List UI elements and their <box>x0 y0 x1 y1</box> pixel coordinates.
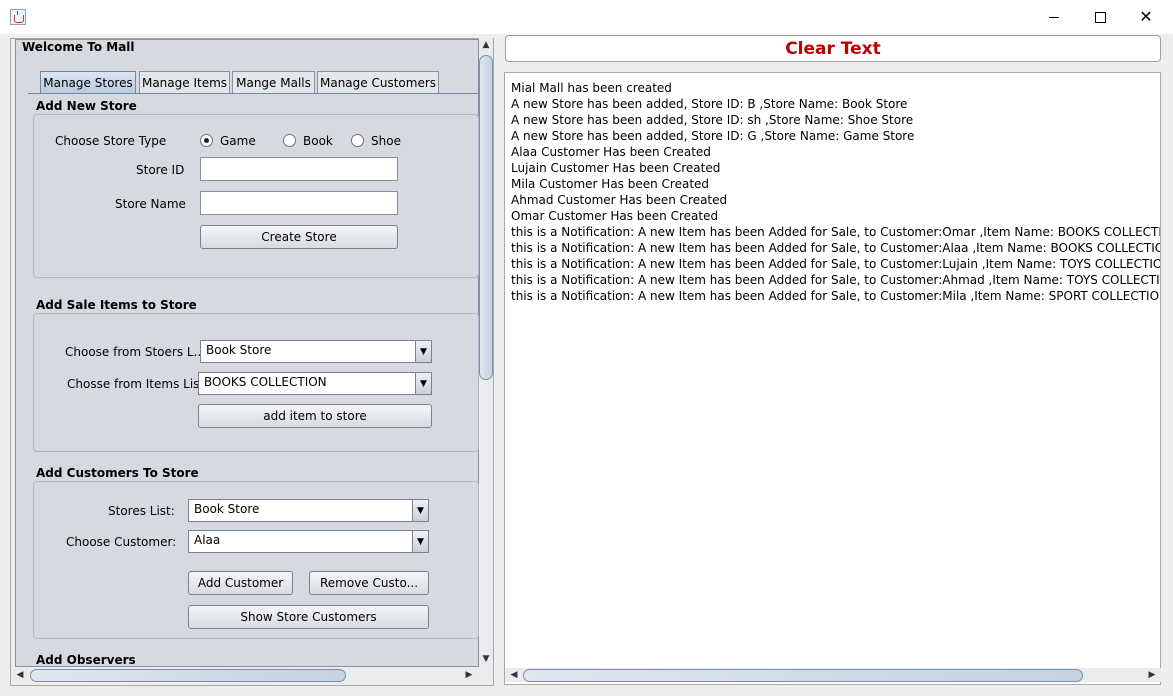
stores-list-combo[interactable]: Book Store ▼ <box>200 340 432 363</box>
store-id-label: Store ID <box>136 163 185 177</box>
add-observers-title: Add Observers <box>36 653 136 667</box>
scroll-up-icon[interactable]: ▲ <box>479 38 493 52</box>
scroll-thumb[interactable] <box>30 669 346 682</box>
add-customers-title: Add Customers To Store <box>36 466 199 480</box>
chevron-down-icon[interactable]: ▼ <box>415 373 431 394</box>
radio-shoe-label[interactable]: Shoe <box>371 134 401 148</box>
store-name-field[interactable] <box>200 191 398 215</box>
scroll-thumb[interactable] <box>523 669 1083 682</box>
stores-list-value: Book Store <box>206 343 272 357</box>
maximize-button[interactable] <box>1077 0 1123 34</box>
stores-label: Stores List: <box>108 504 175 518</box>
java-cup-icon <box>10 9 26 25</box>
customer-value: Alaa <box>194 533 221 547</box>
clear-text-button[interactable]: Clear Text <box>505 35 1161 62</box>
chevron-down-icon[interactable]: ▼ <box>415 341 431 362</box>
log-line: this is a Notification: A new Item has b… <box>511 273 1161 287</box>
items-list-label: Chosse from Items List <box>67 377 205 391</box>
minimize-icon <box>1049 16 1059 18</box>
radio-book[interactable] <box>283 134 296 147</box>
radio-book-label[interactable]: Book <box>303 134 333 148</box>
log-line: A new Store has been added, Store ID: G … <box>511 129 915 143</box>
log-line: A new Store has been added, Store ID: sh… <box>511 113 914 127</box>
create-store-button[interactable]: Create Store <box>200 225 398 249</box>
welcome-title: Welcome To Mall <box>22 40 135 54</box>
store-name-label: Store Name <box>115 197 186 211</box>
customer-stores-combo[interactable]: Book Store ▼ <box>188 499 429 522</box>
scroll-thumb[interactable] <box>479 55 493 380</box>
tab-manage-stores[interactable]: Manage Stores <box>40 71 136 93</box>
tab-manage-malls[interactable]: Mange Malls <box>232 71 315 93</box>
store-id-field[interactable] <box>200 157 398 181</box>
customer-stores-value: Book Store <box>194 502 260 516</box>
radio-shoe[interactable] <box>351 134 364 147</box>
radio-game[interactable] <box>200 134 213 147</box>
log-line: Mial Mall has been created <box>511 81 672 95</box>
log-line: Ahmad Customer Has been Created <box>511 193 728 207</box>
items-list-combo[interactable]: BOOKS COLLECTION ▼ <box>198 372 432 395</box>
chevron-down-icon[interactable]: ▼ <box>412 500 428 521</box>
scroll-left-icon[interactable]: ◀ <box>507 668 521 682</box>
remove-customer-button[interactable]: Remove Custo... <box>309 571 429 595</box>
log-line: this is a Notification: A new Item has b… <box>511 289 1161 303</box>
tab-divider <box>28 93 479 95</box>
tab-manage-customers[interactable]: Manage Customers <box>317 71 439 93</box>
add-customer-button[interactable]: Add Customer <box>188 571 293 595</box>
log-line: this is a Notification: A new Item has b… <box>511 257 1161 271</box>
show-store-customers-button[interactable]: Show Store Customers <box>188 605 429 629</box>
scroll-right-icon[interactable]: ▶ <box>462 668 476 682</box>
scroll-down-icon[interactable]: ▼ <box>479 652 493 666</box>
close-button[interactable]: ✕ <box>1123 0 1169 34</box>
chevron-down-icon[interactable]: ▼ <box>412 531 428 552</box>
log-line: this is a Notification: A new Item has b… <box>511 241 1161 255</box>
log-line: A new Store has been added, Store ID: B … <box>511 97 908 111</box>
close-icon: ✕ <box>1139 7 1153 26</box>
minimize-button[interactable] <box>1031 0 1077 34</box>
log-line: Lujain Customer Has been Created <box>511 161 721 175</box>
add-new-store-title: Add New Store <box>36 99 137 113</box>
add-sale-items-title: Add Sale Items to Store <box>36 298 197 312</box>
scroll-left-icon[interactable]: ◀ <box>13 668 27 682</box>
log-line: this is a Notification: A new Item has b… <box>511 225 1160 239</box>
customer-combo[interactable]: Alaa ▼ <box>188 530 429 553</box>
log-text-area[interactable]: Mial Mall has been created A new Store h… <box>504 72 1161 685</box>
items-list-value: BOOKS COLLECTION <box>204 375 327 389</box>
radio-game-label[interactable]: Game <box>220 134 256 148</box>
maximize-icon <box>1094 11 1106 23</box>
choose-customer-label: Choose Customer: <box>66 535 177 549</box>
log-line: Mila Customer Has been Created <box>511 177 710 191</box>
store-type-label: Choose Store Type <box>55 134 167 148</box>
tab-manage-items[interactable]: Manage Items <box>139 71 230 93</box>
title-bar <box>0 0 1173 34</box>
log-line: Alaa Customer Has been Created <box>511 145 711 159</box>
add-item-to-store-button[interactable]: add item to store <box>198 404 432 428</box>
stores-list-label: Choose from Stoers L... <box>65 345 206 359</box>
log-line: Omar Customer Has been Created <box>511 209 719 223</box>
scroll-right-icon[interactable]: ▶ <box>1145 668 1159 682</box>
